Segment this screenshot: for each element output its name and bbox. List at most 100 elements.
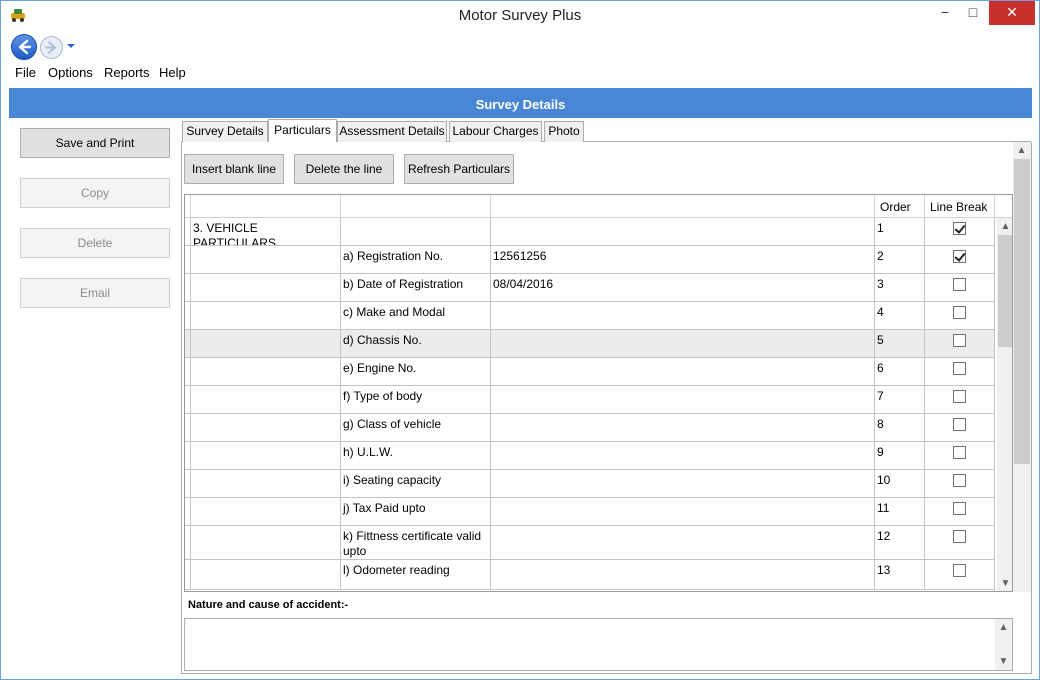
cell-col1[interactable] — [191, 414, 341, 441]
grid-header-order[interactable]: Order — [875, 195, 925, 218]
cell-col1[interactable] — [191, 560, 341, 589]
cell-order[interactable]: 10 — [875, 470, 925, 497]
menu-help[interactable]: Help — [159, 65, 186, 80]
table-row[interactable]: k) Fittness certificate valid upto 12 — [185, 526, 995, 560]
cell-col2[interactable]: f) Type of body — [341, 386, 491, 413]
save-and-print-button[interactable]: Save and Print — [20, 128, 170, 158]
cell-col1[interactable] — [191, 358, 341, 385]
cell-order[interactable]: 12 — [875, 526, 925, 559]
cell-col3[interactable] — [491, 218, 875, 245]
cell-col1[interactable] — [191, 442, 341, 469]
cell-order[interactable]: 6 — [875, 358, 925, 385]
cell-order[interactable]: 11 — [875, 498, 925, 525]
tab-assessment-details[interactable]: Assessment Details — [337, 121, 447, 142]
cell-col2[interactable]: d) Chassis No. — [341, 330, 491, 357]
cell-col2[interactable]: l) Odometer reading — [341, 560, 491, 589]
close-button[interactable]: ✕ — [989, 1, 1035, 25]
table-row[interactable]: e) Engine No. 6 — [185, 358, 995, 386]
cell-line-break[interactable] — [925, 498, 995, 525]
grid-header-col3[interactable] — [491, 195, 875, 218]
line-break-checkbox[interactable] — [953, 418, 966, 431]
cell-col1[interactable] — [191, 274, 341, 301]
scroll-thumb[interactable] — [1014, 159, 1030, 464]
cell-order[interactable]: 5 — [875, 330, 925, 357]
cell-line-break[interactable] — [925, 274, 995, 301]
tab-photo[interactable]: Photo — [544, 121, 584, 142]
cell-order[interactable]: 9 — [875, 442, 925, 469]
table-row[interactable]: g) Class of vehicle 8 — [185, 414, 995, 442]
cell-col2[interactable]: b) Date of Registration — [341, 274, 491, 301]
cell-col1[interactable] — [191, 526, 341, 559]
cell-line-break[interactable] — [925, 330, 995, 357]
cell-col3[interactable]: 12561256 — [491, 246, 875, 273]
menu-file[interactable]: File — [15, 65, 36, 80]
cell-col3[interactable] — [491, 442, 875, 469]
line-break-checkbox[interactable] — [953, 502, 966, 515]
table-row[interactable]: a) Registration No. 12561256 2 — [185, 246, 995, 274]
cell-col2[interactable]: c) Make and Modal — [341, 302, 491, 329]
minimize-button[interactable]: − — [931, 1, 959, 25]
cell-col1[interactable]: 3. VEHICLE PARTICULARS — [191, 218, 341, 245]
cell-line-break[interactable] — [925, 386, 995, 413]
cell-col3[interactable]: 08/04/2016 — [491, 274, 875, 301]
table-row[interactable]: c) Make and Modal 4 — [185, 302, 995, 330]
line-break-checkbox[interactable] — [953, 278, 966, 291]
grid-scrollbar[interactable]: ▲ ▼ — [997, 218, 1012, 591]
cell-order[interactable]: 4 — [875, 302, 925, 329]
cell-line-break[interactable] — [925, 470, 995, 497]
cell-col2[interactable]: i) Seating capacity — [341, 470, 491, 497]
panel-scrollbar[interactable]: ▲ — [1013, 142, 1031, 592]
table-row[interactable]: b) Date of Registration 08/04/2016 3 — [185, 274, 995, 302]
cell-order[interactable]: 8 — [875, 414, 925, 441]
table-row[interactable]: j) Tax Paid upto 11 — [185, 498, 995, 526]
cell-order[interactable]: 7 — [875, 386, 925, 413]
cell-col2[interactable]: h) U.L.W. — [341, 442, 491, 469]
cell-col3[interactable] — [491, 498, 875, 525]
cell-line-break[interactable] — [925, 560, 995, 589]
table-row[interactable]: l) Odometer reading 13 — [185, 560, 995, 590]
table-row[interactable]: 3. VEHICLE PARTICULARS 1 — [185, 218, 995, 246]
line-break-checkbox[interactable] — [953, 250, 966, 263]
cell-col3[interactable] — [491, 386, 875, 413]
maximize-button[interactable]: □ — [959, 1, 987, 25]
cell-col1[interactable] — [191, 498, 341, 525]
tab-survey-details[interactable]: Survey Details — [182, 121, 268, 142]
cell-col3[interactable] — [491, 560, 875, 589]
cell-line-break[interactable] — [925, 358, 995, 385]
line-break-checkbox[interactable] — [953, 530, 966, 543]
scroll-down-icon[interactable]: ▼ — [995, 653, 1012, 670]
refresh-particulars-button[interactable]: Refresh Particulars — [404, 154, 514, 184]
cell-line-break[interactable] — [925, 302, 995, 329]
table-row[interactable]: f) Type of body 7 — [185, 386, 995, 414]
grid-header-col2[interactable] — [341, 195, 491, 218]
cell-col2[interactable]: a) Registration No. — [341, 246, 491, 273]
email-button[interactable]: Email — [20, 278, 170, 308]
cell-col2[interactable]: j) Tax Paid upto — [341, 498, 491, 525]
back-button[interactable] — [11, 34, 37, 60]
scroll-up-icon[interactable]: ▲ — [997, 218, 1012, 235]
delete-line-button[interactable]: Delete the line — [294, 154, 394, 184]
scroll-up-icon[interactable]: ▲ — [1013, 142, 1030, 159]
cell-col1[interactable] — [191, 302, 341, 329]
grid-header-line-break[interactable]: Line Break — [925, 195, 995, 218]
delete-button[interactable]: Delete — [20, 228, 170, 258]
line-break-checkbox[interactable] — [953, 306, 966, 319]
insert-blank-line-button[interactable]: Insert blank line — [184, 154, 284, 184]
accident-textarea[interactable]: ▲ ▼ — [184, 618, 1013, 671]
cell-col1[interactable] — [191, 386, 341, 413]
scroll-up-icon[interactable]: ▲ — [995, 619, 1012, 636]
menu-options[interactable]: Options — [48, 65, 93, 80]
table-row[interactable]: h) U.L.W. 9 — [185, 442, 995, 470]
cell-col3[interactable] — [491, 526, 875, 559]
cell-order[interactable]: 3 — [875, 274, 925, 301]
cell-col3[interactable] — [491, 414, 875, 441]
cell-line-break[interactable] — [925, 218, 995, 245]
scroll-down-icon[interactable]: ▼ — [997, 575, 1012, 591]
grid-header-col1[interactable] — [191, 195, 341, 218]
chevron-down-icon[interactable] — [67, 42, 75, 50]
cell-col3[interactable] — [491, 470, 875, 497]
forward-button[interactable] — [40, 36, 63, 59]
cell-order[interactable]: 2 — [875, 246, 925, 273]
cell-col3[interactable] — [491, 358, 875, 385]
line-break-checkbox[interactable] — [953, 564, 966, 577]
